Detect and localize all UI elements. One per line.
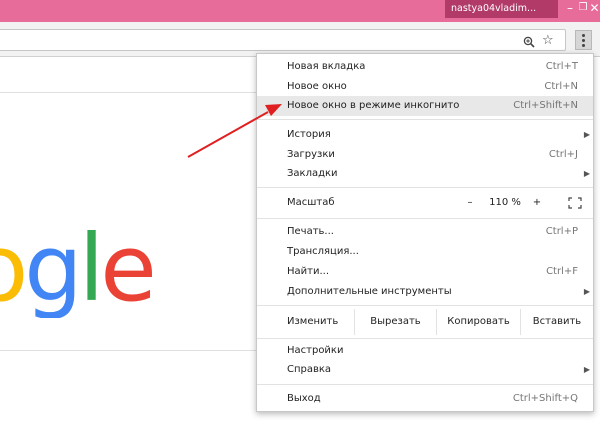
menu-item-shortcut: Ctrl+T xyxy=(545,61,578,72)
close-window-button[interactable]: ✕ xyxy=(589,0,600,18)
zoom-in-button[interactable]: + xyxy=(532,192,542,214)
logo-letter-g: g xyxy=(24,218,78,318)
menu-item-exit[interactable]: Выход Ctrl+Shift+Q xyxy=(257,389,593,409)
menu-item-label: Закладки xyxy=(287,168,338,179)
zoom-out-button[interactable]: – xyxy=(465,192,475,214)
menu-item-shortcut: Ctrl+J xyxy=(548,149,578,160)
address-bar[interactable]: ☆ xyxy=(0,29,566,51)
chrome-menu-button[interactable] xyxy=(575,30,592,50)
menu-item-find[interactable]: Найти... Ctrl+F xyxy=(257,262,593,282)
zoom-level: 110 % xyxy=(489,197,521,208)
chrome-main-menu: Новая вкладка Ctrl+T Новое окно Ctrl+N Н… xyxy=(256,53,594,412)
menu-item-label: Новое окно xyxy=(287,81,347,92)
browser-toolbar: ☆ xyxy=(0,22,600,57)
submenu-arrow-icon: ▶ xyxy=(583,287,590,296)
menu-item-shortcut: Ctrl+F xyxy=(546,266,578,277)
menu-item-more-tools[interactable]: Дополнительные инструменты ▶ xyxy=(257,282,593,302)
submenu-arrow-icon: ▶ xyxy=(583,130,590,139)
menu-separator xyxy=(257,384,593,385)
cut-button[interactable]: Вырезать xyxy=(354,309,436,335)
menu-item-label: Загрузки xyxy=(287,149,335,160)
bookmark-star-icon[interactable]: ☆ xyxy=(542,34,554,48)
menu-item-new-tab[interactable]: Новая вкладка Ctrl+T xyxy=(257,57,593,77)
magnifier-icon[interactable] xyxy=(523,36,535,48)
menu-item-shortcut: Ctrl+N xyxy=(544,81,578,92)
menu-item-shortcut: Ctrl+Shift+N xyxy=(513,100,578,111)
edit-label: Изменить xyxy=(287,316,339,327)
menu-separator xyxy=(257,305,593,306)
menu-separator xyxy=(257,119,593,120)
maximize-button[interactable]: ❐ xyxy=(577,0,589,18)
menu-separator xyxy=(257,218,593,219)
menu-item-print[interactable]: Печать... Ctrl+P xyxy=(257,222,593,242)
logo-letter-o: o xyxy=(0,218,24,318)
menu-item-new-window[interactable]: Новое окно Ctrl+N xyxy=(257,77,593,97)
menu-item-label: Настройки xyxy=(287,345,344,356)
menu-item-history[interactable]: История ▶ xyxy=(257,125,593,145)
menu-item-shortcut: Ctrl+P xyxy=(545,226,578,237)
paste-button[interactable]: Вставить xyxy=(520,309,593,335)
kebab-menu-icon xyxy=(582,33,585,37)
menu-item-label: Новая вкладка xyxy=(287,61,366,72)
menu-item-new-incognito-window[interactable]: Новое окно в режиме инкогнито Ctrl+Shift… xyxy=(257,96,593,116)
menu-item-label: Печать... xyxy=(287,226,334,237)
google-logo: ogle xyxy=(0,218,152,318)
minimize-button[interactable]: – xyxy=(563,0,577,18)
menu-item-bookmarks[interactable]: Закладки ▶ xyxy=(257,164,593,184)
menu-item-label: Выход xyxy=(287,393,321,404)
menu-item-label: Трансляция... xyxy=(287,246,359,257)
svg-text:ogle: ogle xyxy=(0,218,152,318)
menu-item-label: Справка xyxy=(287,364,332,375)
page-divider xyxy=(0,350,260,351)
menu-item-label: Дополнительные инструменты xyxy=(287,286,452,297)
menu-item-cast[interactable]: Трансляция... xyxy=(257,242,593,262)
menu-edit-row: Изменить Вырезать Копировать Вставить xyxy=(257,309,593,335)
menu-separator xyxy=(257,187,593,188)
copy-button[interactable]: Копировать xyxy=(436,309,520,335)
menu-zoom-row: Масштаб – 110 % + xyxy=(257,192,593,214)
submenu-arrow-icon: ▶ xyxy=(583,365,590,374)
submenu-arrow-icon: ▶ xyxy=(583,169,590,178)
menu-item-label: История xyxy=(287,129,331,140)
zoom-label: Масштаб xyxy=(287,197,335,208)
menu-item-label: Найти... xyxy=(287,266,330,277)
menu-item-settings[interactable]: Настройки xyxy=(257,341,593,361)
menu-separator xyxy=(257,338,593,339)
menu-item-label: Новое окно в режиме инкогнито xyxy=(287,100,460,111)
logo-letter-l: l xyxy=(79,218,101,318)
logo-letter-e: e xyxy=(100,218,152,318)
fullscreen-icon[interactable] xyxy=(568,197,582,209)
window-titlebar: nastya04vladim... – ❐ ✕ xyxy=(0,0,600,22)
menu-item-shortcut: Ctrl+Shift+Q xyxy=(512,393,578,404)
menu-item-downloads[interactable]: Загрузки Ctrl+J xyxy=(257,145,593,165)
menu-item-help[interactable]: Справка ▶ xyxy=(257,360,593,380)
page-divider xyxy=(0,92,260,93)
profile-button[interactable]: nastya04vladim... xyxy=(445,0,558,18)
